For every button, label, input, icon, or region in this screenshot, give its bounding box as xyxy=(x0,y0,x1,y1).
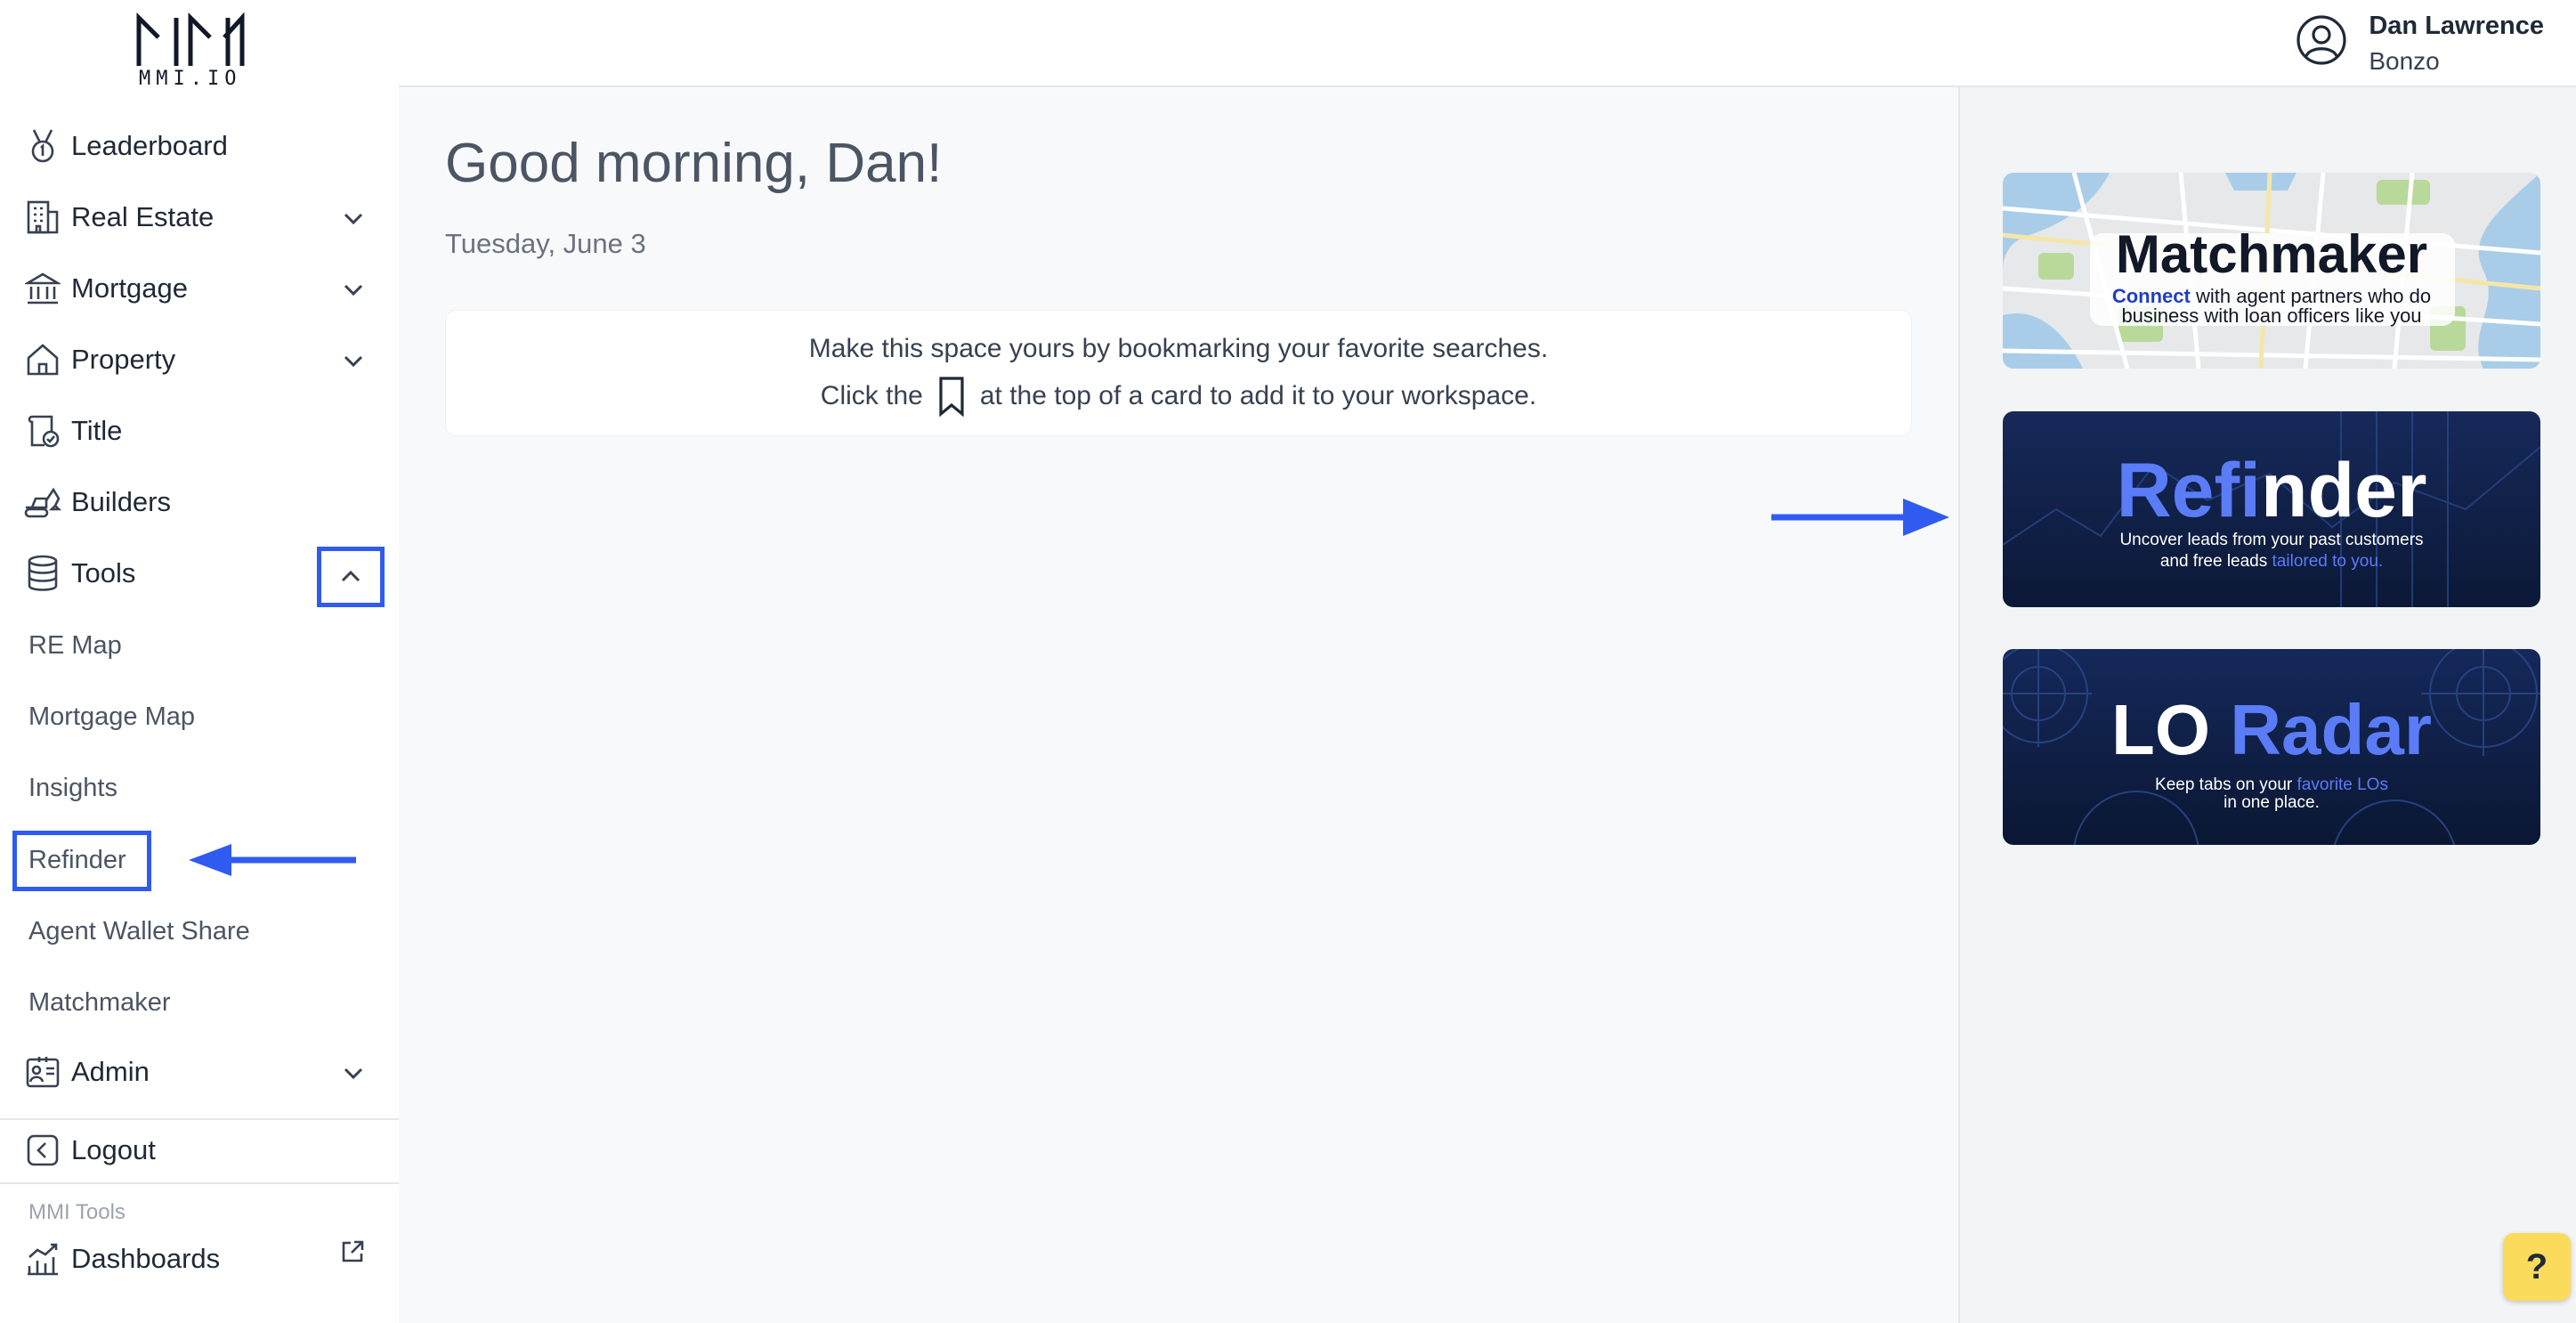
tools-item-re-map[interactable]: RE Map xyxy=(28,623,122,668)
promo-line2-a: and free leads xyxy=(2160,552,2267,571)
promo-title-a: Refi xyxy=(2117,448,2261,533)
radar-illustration: LO Radar Keep tabs on your favorite LOs … xyxy=(2003,649,2540,845)
annotation-arrow-left xyxy=(189,844,356,876)
tools-item-insights[interactable]: Insights xyxy=(28,766,117,810)
page-title: Good morning, Dan! xyxy=(445,133,943,194)
sidebar-divider xyxy=(0,1118,399,1120)
user-avatar-icon xyxy=(2297,15,2346,65)
user-company: Bonzo xyxy=(2369,47,2440,75)
tools-item-matchmaker[interactable]: Matchmaker xyxy=(28,980,171,1025)
promo-line2: in one place. xyxy=(2224,793,2320,812)
app-root: MMI.IO Leaderboard Real Estate Mortgage … xyxy=(0,0,2576,1323)
sidebar-item-label: Tools xyxy=(71,557,136,588)
promo-line1-b: favorite LOs xyxy=(2297,775,2388,794)
chevron-down-icon[interactable] xyxy=(340,205,367,231)
sidebar-item-label: Leaderboard xyxy=(71,130,228,161)
excavator-icon xyxy=(23,483,62,522)
promo-line2: and free leads tailored to you. xyxy=(2160,552,2383,571)
promo-title-a: LO xyxy=(2111,690,2210,769)
document-check-icon xyxy=(23,411,62,450)
workspace-hint-line1: Make this space yours by bookmarking you… xyxy=(808,334,1549,363)
sidebar-item-label: Dashboards xyxy=(71,1243,221,1274)
sidebar-item-title[interactable]: Title xyxy=(23,404,379,458)
refinder-illustration: Refinder Uncover leads from your past cu… xyxy=(2003,411,2540,607)
house-icon xyxy=(23,340,62,379)
workspace-empty-card: Make this space yours by bookmarking you… xyxy=(445,310,1912,436)
building-icon xyxy=(23,198,62,237)
promo-line1: Uncover leads from your past customers xyxy=(2119,531,2423,549)
sidebar-item-label: Property xyxy=(71,344,176,375)
sidebar-item-admin[interactable]: Admin xyxy=(23,1045,379,1099)
annotation-arrow-right xyxy=(1771,499,1949,536)
sidebar-divider xyxy=(0,1182,399,1184)
promo-line1: Keep tabs on your favorite LOs xyxy=(2155,775,2388,794)
user-menu[interactable]: Dan Lawrence Bonzo xyxy=(2296,9,2544,80)
promo-line2: business with loan officers like you xyxy=(2121,304,2421,327)
sidebar-item-label: Title xyxy=(71,415,123,446)
promo-line2-b: tailored to you. xyxy=(2272,552,2384,571)
sidebar-item-mortgage[interactable]: Mortgage xyxy=(23,262,379,315)
chevron-up-icon xyxy=(341,570,360,582)
chart-growth-icon xyxy=(23,1239,62,1278)
promo-title: Matchmaker xyxy=(2116,224,2427,284)
promo-title-b: Radar xyxy=(2230,690,2432,769)
medal-icon xyxy=(23,126,62,166)
sidebar: MMI.IO Leaderboard Real Estate Mortgage … xyxy=(0,0,399,1323)
promo-card-lo-radar[interactable]: LO Radar Keep tabs on your favorite LOs … xyxy=(2003,649,2540,845)
refinder-highlight-box xyxy=(12,831,151,891)
sidebar-item-dashboards[interactable]: Dashboards xyxy=(23,1232,379,1286)
promo-card-refinder[interactable]: Refinder Uncover leads from your past cu… xyxy=(2003,411,2540,607)
chevron-down-icon[interactable] xyxy=(340,276,367,303)
promo-title: Refinder xyxy=(2117,448,2427,533)
logo-text: MMI.IO xyxy=(139,68,242,90)
id-card-icon xyxy=(23,1052,62,1092)
database-icon xyxy=(23,554,62,593)
help-button[interactable]: ? xyxy=(2503,1233,2571,1301)
sidebar-item-leaderboard[interactable]: Leaderboard xyxy=(23,119,379,173)
user-name: Dan Lawrence xyxy=(2369,12,2544,40)
workspace-hint-click: Click the xyxy=(820,381,923,410)
promo-title-b: nder xyxy=(2261,448,2426,533)
map-illustration: Matchmaker Connect with agent partners w… xyxy=(2003,173,2540,369)
workspace-hint-rest: at the top of a card to add it to your w… xyxy=(979,381,1537,410)
promo-title: LO Radar xyxy=(2111,690,2432,769)
bookmark-icon xyxy=(939,377,964,418)
top-header: Dan Lawrence Bonzo xyxy=(399,0,2576,87)
tools-item-mortgage-map[interactable]: Mortgage Map xyxy=(28,694,195,739)
sidebar-item-label: Real Estate xyxy=(71,201,215,232)
promo-line1-a: Keep tabs on your xyxy=(2155,775,2293,794)
bank-icon xyxy=(23,269,62,308)
sidebar-item-label: Logout xyxy=(71,1134,156,1165)
sidebar-item-builders[interactable]: Builders xyxy=(23,475,379,529)
sidebar-item-label: Mortgage xyxy=(71,272,188,304)
sidebar-item-logout[interactable]: Logout xyxy=(23,1124,379,1177)
workspace-hint-line2: Click the at the top of a card to add it… xyxy=(446,375,1911,418)
sidebar-item-label: Admin xyxy=(71,1056,150,1087)
sidebar-item-property[interactable]: Property xyxy=(23,333,379,386)
tools-item-agent-wallet-share[interactable]: Agent Wallet Share xyxy=(28,909,250,954)
tools-collapse-toggle[interactable] xyxy=(317,547,385,607)
sidebar-item-label: Builders xyxy=(71,486,171,517)
logout-icon xyxy=(23,1131,62,1170)
external-link-icon[interactable] xyxy=(338,1238,367,1266)
sidebar-item-real-estate[interactable]: Real Estate xyxy=(23,191,379,244)
chevron-down-icon[interactable] xyxy=(340,1059,367,1086)
section-label-mmi-tools: MMI Tools xyxy=(28,1200,126,1224)
chevron-down-icon[interactable] xyxy=(340,347,367,374)
promo-card-matchmaker[interactable]: Matchmaker Connect with agent partners w… xyxy=(2003,173,2540,369)
current-date: Tuesday, June 3 xyxy=(445,228,646,259)
